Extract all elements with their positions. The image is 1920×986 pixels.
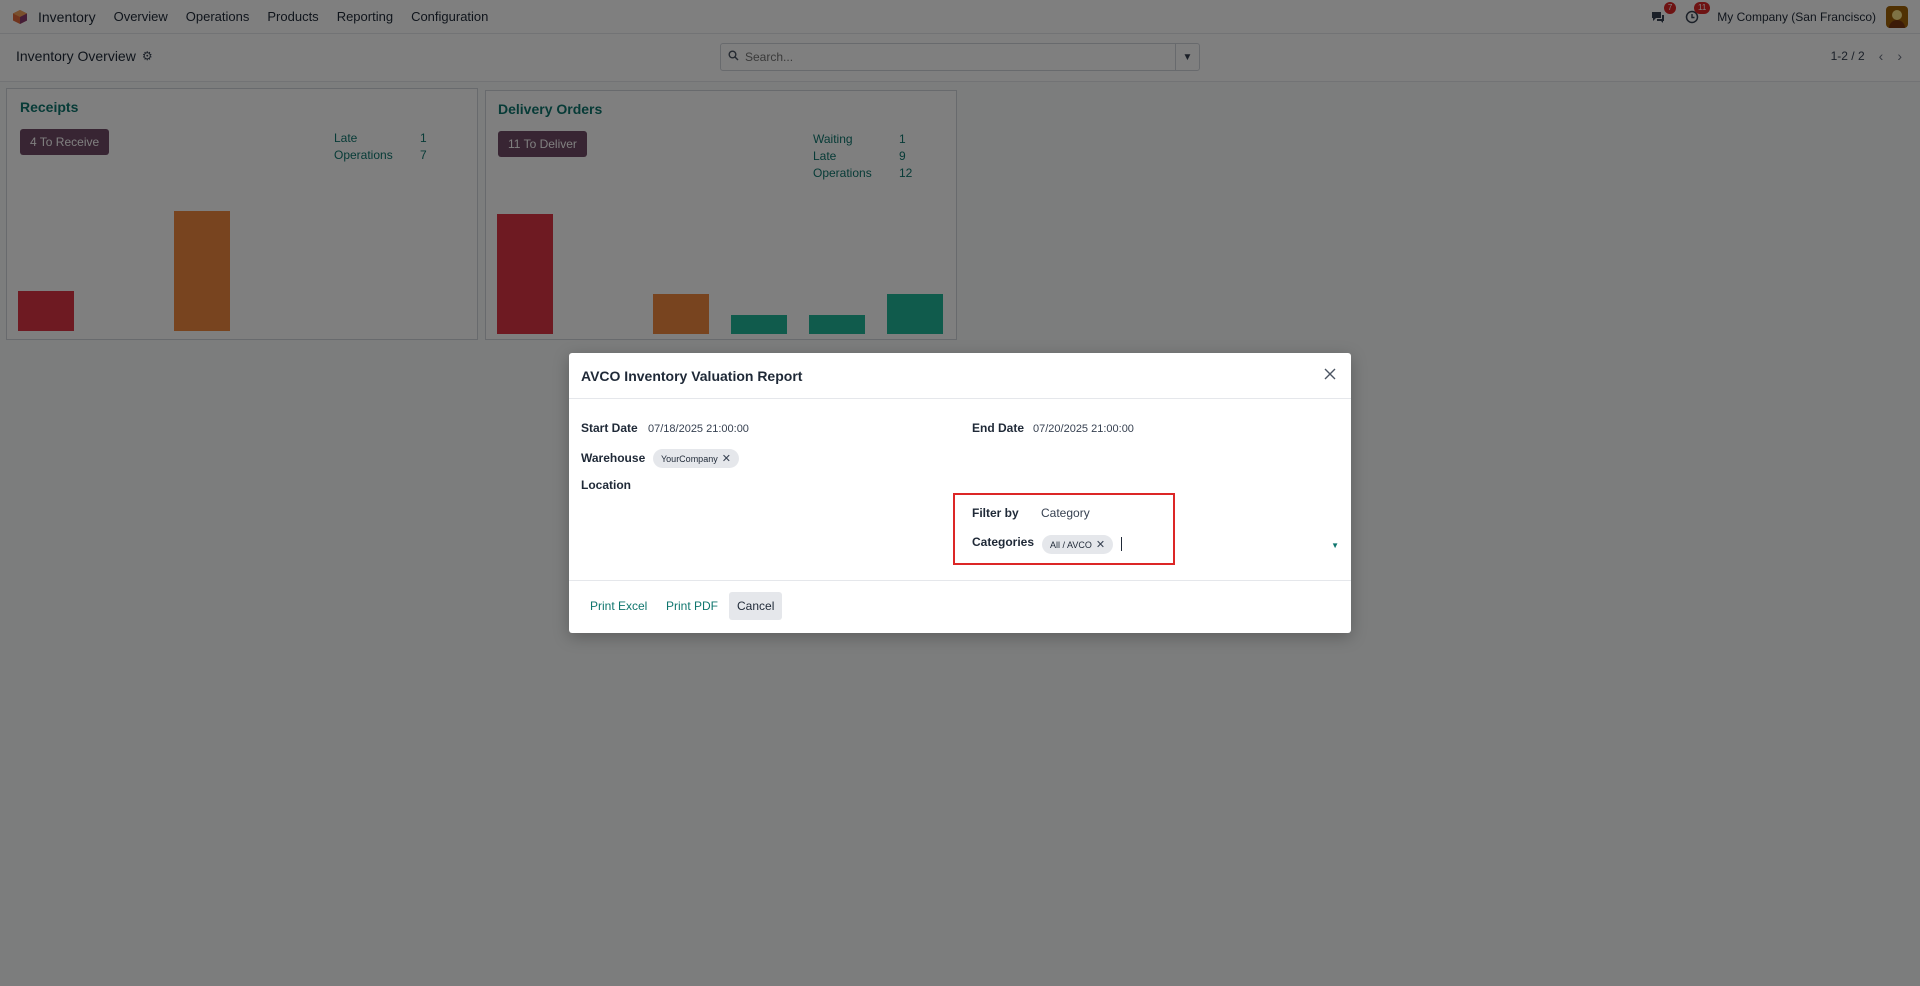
close-icon[interactable] [1319, 363, 1341, 385]
category-tag[interactable]: All / AVCO ✕ [1042, 535, 1114, 554]
filter-highlight [953, 493, 1175, 565]
filter-by-label: Filter by [972, 506, 1019, 520]
location-label: Location [581, 478, 631, 492]
filter-by-field[interactable]: Category [1041, 506, 1090, 520]
category-tag-label: All / AVCO [1050, 539, 1092, 550]
remove-tag-icon[interactable]: ✕ [1096, 538, 1105, 551]
dialog-header: AVCO Inventory Valuation Report [569, 353, 1351, 399]
print-excel-button[interactable]: Print Excel [582, 592, 655, 620]
end-date-field[interactable]: 07/20/2025 21:00:00 [1033, 423, 1134, 435]
start-date-field[interactable]: 07/18/2025 21:00:00 [648, 423, 749, 435]
start-date-label: Start Date [581, 421, 638, 435]
chevron-down-icon[interactable]: ▼ [1331, 541, 1339, 550]
categories-label: Categories [972, 535, 1035, 549]
warehouse-tag[interactable]: YourCompany ✕ [653, 449, 739, 468]
warehouse-label: Warehouse [581, 451, 646, 465]
end-date-label: End Date [972, 421, 1025, 435]
remove-tag-icon[interactable]: ✕ [722, 452, 731, 465]
print-pdf-button[interactable]: Print PDF [658, 592, 726, 620]
report-dialog: AVCO Inventory Valuation Report Start Da… [569, 353, 1351, 633]
categories-input[interactable] [1121, 537, 1122, 551]
cancel-button[interactable]: Cancel [729, 592, 783, 620]
dialog-footer: Print Excel Print PDF Cancel [569, 580, 1351, 633]
warehouse-tag-label: YourCompany [661, 453, 718, 464]
dialog-title: AVCO Inventory Valuation Report [581, 368, 803, 384]
